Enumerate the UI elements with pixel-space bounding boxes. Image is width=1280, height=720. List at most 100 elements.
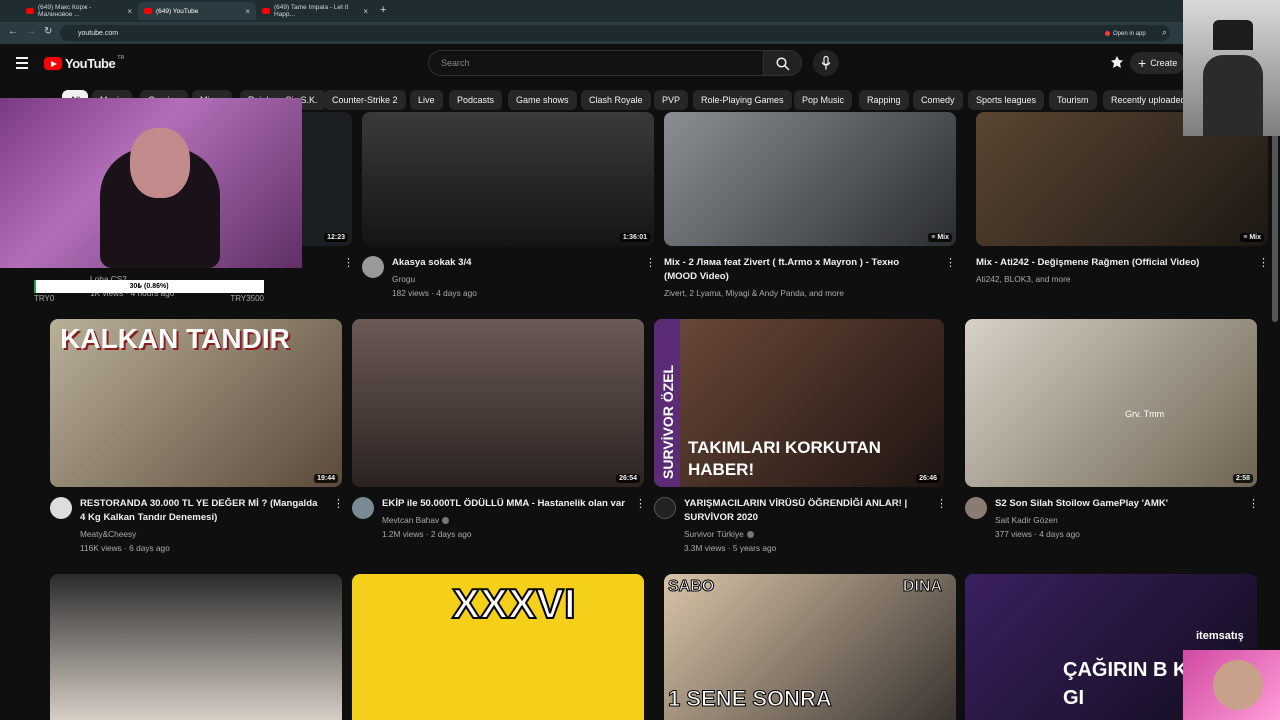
- new-tab-icon[interactable]: +: [380, 4, 386, 16]
- duration-badge: 1:36:01: [619, 233, 650, 242]
- search-button[interactable]: [764, 50, 802, 76]
- close-icon[interactable]: ×: [127, 7, 132, 16]
- more-actions-icon[interactable]: ⋮: [945, 256, 956, 269]
- video-title[interactable]: EKİP ile 50.000TL ÖDÜLLÜ MMA - Hastaneli…: [382, 497, 627, 511]
- address-bar: ← → ↻ youtube.com Open in app ⌕: [0, 22, 1280, 44]
- mix-badge: ≡ Mix: [1240, 233, 1264, 242]
- channel-name[interactable]: Grogu: [392, 273, 415, 285]
- playlist-icon: ≡: [1243, 234, 1248, 241]
- more-actions-icon[interactable]: ⋮: [1258, 256, 1269, 269]
- video-thumbnail[interactable]: SURVİVOR ÖZEL TAKIMLARI KORKUTAN HABER! …: [654, 319, 944, 487]
- zoom-icon[interactable]: ⌕: [1162, 27, 1167, 38]
- more-actions-icon[interactable]: ⋮: [936, 497, 947, 510]
- video-title[interactable]: Mix - Ati242 - Değişmene Rağmen (Officia…: [976, 256, 1246, 270]
- channel-name[interactable]: Mevtcan Bahav: [382, 514, 450, 526]
- back-icon[interactable]: ←: [8, 26, 18, 37]
- channel-avatar[interactable]: [50, 497, 72, 519]
- menu-icon[interactable]: [16, 57, 28, 72]
- chip[interactable]: Pop Music: [794, 90, 853, 110]
- chip[interactable]: Recently uploaded: [1103, 90, 1194, 110]
- plus-icon: +: [1138, 55, 1147, 71]
- open-in-app-button[interactable]: Open in app: [1100, 28, 1151, 39]
- chip[interactable]: Clash Royale: [581, 90, 651, 110]
- youtube-play-icon: [44, 57, 62, 70]
- chip[interactable]: Counter-Strike 2: [324, 90, 406, 110]
- channel-avatar[interactable]: [352, 497, 374, 519]
- duration-badge: 12:23: [324, 233, 348, 242]
- chip[interactable]: Comedy: [913, 90, 963, 110]
- close-icon[interactable]: ×: [245, 7, 250, 16]
- more-actions-icon[interactable]: ⋮: [645, 256, 656, 269]
- channel-name[interactable]: Meaty&Cheesy: [80, 528, 136, 540]
- photo-hat: [1213, 20, 1253, 50]
- browser-tab[interactable]: (649) Tame Impala - Let It Happ... ×: [256, 2, 374, 20]
- sponsor-watermark: itemsatış: [1196, 630, 1244, 642]
- channel-avatar[interactable]: [965, 497, 987, 519]
- browser-tab[interactable]: (649) Макс Корж - Малиновое ... ×: [20, 2, 138, 20]
- chip[interactable]: Rapping: [859, 90, 909, 110]
- channel-name[interactable]: Sait Kadir Gözen: [995, 514, 1058, 526]
- duration-badge: 2:58: [1232, 474, 1253, 483]
- youtube-favicon-icon: [262, 8, 270, 14]
- more-actions-icon[interactable]: ⋮: [333, 497, 344, 510]
- video-thumbnail[interactable]: KALKAN TANDIR 19:44: [50, 319, 342, 487]
- thumbnail-text: 1 SENE SONRA: [668, 686, 833, 712]
- verified-icon: [442, 517, 450, 525]
- mix-badge: ≡ Mix: [928, 233, 952, 242]
- page-scrollbar[interactable]: [1272, 112, 1278, 322]
- video-title[interactable]: Akasya sokak 3/4: [392, 256, 632, 270]
- tab-title: (649) Tame Impala - Let It Happ...: [274, 4, 349, 18]
- chip[interactable]: Game shows: [508, 90, 577, 110]
- video-thumbnail[interactable]: [50, 574, 342, 720]
- video-thumbnail[interactable]: XXXVI: [352, 574, 644, 720]
- reload-icon[interactable]: ↻: [44, 26, 52, 37]
- video-thumbnail[interactable]: 26:54: [352, 319, 644, 487]
- tab-title: (649) YouTube: [156, 7, 199, 15]
- video-thumbnail[interactable]: 1:36:01: [362, 112, 654, 246]
- video-thumbnail[interactable]: SABO DINA 1 SENE SONRA: [664, 574, 956, 720]
- channel-name[interactable]: Survivor Türkiye: [684, 528, 754, 540]
- youtube-logo[interactable]: YouTube TR: [44, 54, 125, 71]
- donation-max: TRY3500: [230, 294, 264, 303]
- chip[interactable]: Tourism: [1049, 90, 1097, 110]
- url-field[interactable]: youtube.com: [60, 25, 1170, 41]
- search-placeholder: Search: [441, 58, 470, 68]
- microphone-icon: [821, 56, 831, 70]
- youtube-masthead: YouTube TR Search + Create: [0, 44, 1280, 84]
- channel-avatar[interactable]: [654, 497, 676, 519]
- create-button[interactable]: + Create: [1130, 52, 1186, 74]
- search-input[interactable]: Search: [428, 50, 764, 76]
- thumbnail-text: Grv. Tmm: [1125, 409, 1165, 419]
- mix-label: Mix: [1249, 234, 1261, 241]
- video-title[interactable]: YARIŞMACILARIN VİRÜSÜ ÖĞRENDİĞİ ANLAR! |…: [684, 497, 929, 525]
- playlist-icon: ≡: [931, 234, 936, 241]
- chip[interactable]: Role-Playing Games: [693, 90, 792, 110]
- chip[interactable]: PVP: [654, 90, 689, 110]
- cast-icon[interactable]: [1110, 55, 1124, 69]
- forward-icon[interactable]: →: [26, 26, 36, 37]
- close-icon[interactable]: ×: [363, 7, 368, 16]
- video-thumbnail[interactable]: ≡ Mix: [664, 112, 956, 246]
- chip[interactable]: Sports leagues: [968, 90, 1045, 110]
- browser-tab-active[interactable]: (649) YouTube ×: [138, 2, 256, 20]
- thumbnail-name-left: SABO: [667, 578, 715, 596]
- more-actions-icon[interactable]: ⋮: [635, 497, 646, 510]
- chip[interactable]: Podcasts: [449, 90, 503, 110]
- video-thumbnail[interactable]: Grv. Tmm 2:58: [965, 319, 1257, 487]
- browser-tab-strip: (649) Макс Корж - Малиновое ... × (649) …: [0, 0, 1280, 22]
- more-actions-icon[interactable]: ⋮: [343, 256, 354, 269]
- video-meta: 1.2M views · 2 days ago: [382, 529, 472, 539]
- cat-face: [1213, 660, 1263, 710]
- video-meta: 182 views · 4 days ago: [392, 288, 477, 298]
- voice-search-button[interactable]: [813, 50, 839, 76]
- chip[interactable]: Live: [410, 90, 443, 110]
- channel-name[interactable]: Zivert, 2 Lyama, Miyagi & Andy Panda, an…: [664, 287, 844, 299]
- channel-avatar[interactable]: [362, 256, 384, 278]
- more-actions-icon[interactable]: ⋮: [1248, 497, 1259, 510]
- video-title[interactable]: RESTORANDA 30.000 TL YE DEĞER Mİ ? (Mang…: [80, 497, 325, 525]
- country-code: TR: [117, 54, 125, 61]
- video-meta: 116K views · 6 days ago: [80, 543, 170, 553]
- channel-name[interactable]: Ati242, BLOK3, and more: [976, 273, 1071, 285]
- video-title[interactable]: S2 Son Silah Stoilow GamePlay 'AMK': [995, 497, 1240, 511]
- video-title[interactable]: Mix - 2 Ляма feat Zivert ( ft.Armo x May…: [664, 256, 934, 284]
